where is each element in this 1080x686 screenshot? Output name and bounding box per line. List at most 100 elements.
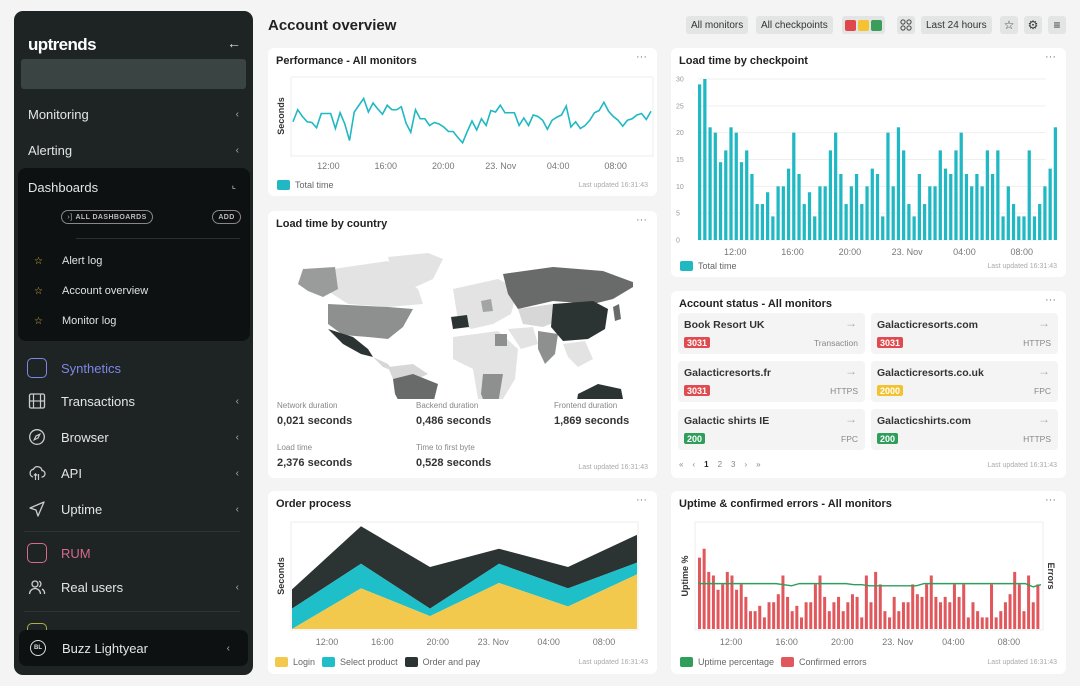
- arrow-right-icon[interactable]: →: [845, 364, 857, 378]
- last-page-button[interactable]: »: [756, 460, 760, 469]
- monitor-status-tile[interactable]: Galacticresorts.com → 3031 HTTPS: [871, 313, 1058, 354]
- monitor-status-tile[interactable]: Galacticresorts.co.uk → 2000 FPC: [871, 361, 1058, 402]
- bar: [781, 186, 785, 240]
- uptrends-logo: uptrends: [28, 35, 97, 54]
- x-tick-label: 12:00: [317, 161, 340, 171]
- monitor-name: Galacticresorts.com: [877, 319, 978, 331]
- synthetics-icon: [27, 358, 47, 378]
- error-bar: [948, 602, 952, 629]
- sidebar-item-api[interactable]: API ‹: [14, 458, 253, 488]
- bar: [928, 186, 932, 240]
- all-dashboards-button[interactable]: ›] ALL DASHBOARDS: [61, 210, 153, 224]
- arrow-right-icon[interactable]: →: [1038, 316, 1050, 330]
- error-bar: [985, 617, 989, 629]
- arrow-right-icon[interactable]: →: [1038, 364, 1050, 378]
- bar: [912, 216, 916, 240]
- world-map: [298, 253, 633, 399]
- map-region-australia: [577, 384, 623, 399]
- first-page-button[interactable]: «: [679, 460, 683, 469]
- page-1-button[interactable]: 1: [704, 460, 708, 469]
- page-3-button[interactable]: 3: [731, 460, 735, 469]
- card-title: Load time by country: [276, 218, 388, 230]
- monitor-status-tile[interactable]: Galacticresorts.fr → 3031 HTTPS: [678, 361, 865, 402]
- status-code-badge: 3031: [684, 385, 711, 396]
- period-select[interactable]: Last 24 hours: [921, 16, 992, 34]
- error-bar: [776, 594, 780, 629]
- favorite-button[interactable]: ☆: [1000, 16, 1018, 34]
- divider: [24, 611, 240, 612]
- sidebar-item-label: Real users: [61, 579, 124, 595]
- checkpoints-filter-button[interactable]: All checkpoints: [756, 16, 833, 34]
- series-line-total-time: [292, 96, 652, 145]
- error-bar: [915, 594, 919, 629]
- arrow-right-icon[interactable]: →: [845, 412, 857, 426]
- bar: [750, 173, 754, 240]
- sidebar-item-dashboards[interactable]: Dashboards: [28, 180, 98, 195]
- sidebar-item-browser[interactable]: Browser ‹: [14, 422, 253, 452]
- sidebar-item-monitoring[interactable]: Monitoring ‹: [14, 100, 253, 128]
- monitor-name: Galacticresorts.co.uk: [877, 367, 984, 379]
- monitor-type: Transaction: [813, 338, 858, 348]
- add-dashboard-button[interactable]: ADD: [212, 210, 241, 224]
- next-page-button[interactable]: ›: [744, 460, 747, 469]
- error-bar: [869, 602, 873, 629]
- monitor-status-tile[interactable]: Galactic shirts IE → 200 FPC: [678, 409, 865, 450]
- monitor-status-tile[interactable]: Galacticshirts.com → 200 HTTPS: [871, 409, 1058, 450]
- prev-page-button[interactable]: ‹: [692, 460, 695, 469]
- dashboard-link-alert-log[interactable]: ☆ Alert log: [18, 250, 250, 272]
- status-filter-button[interactable]: [842, 16, 885, 34]
- order-process-card: Order process ··· Seconds 12:00 16:00 20:0…: [268, 491, 657, 674]
- bar: [713, 132, 717, 240]
- error-bar: [1017, 584, 1021, 629]
- monitor-type: HTTPS: [1023, 338, 1051, 348]
- bar: [1043, 186, 1047, 240]
- monitor-type: FPC: [1034, 386, 1051, 396]
- monitors-filter-button[interactable]: All monitors: [686, 16, 749, 34]
- chevron-left-icon: ‹: [235, 431, 239, 443]
- bar: [797, 173, 801, 240]
- bar: [902, 150, 906, 240]
- arrow-right-icon[interactable]: →: [1038, 412, 1050, 426]
- error-bar: [934, 596, 938, 629]
- sidebar-section-synthetics[interactable]: Synthetics: [14, 353, 253, 383]
- sidebar-item-real-users[interactable]: Real users ‹: [14, 572, 253, 602]
- error-bar: [980, 617, 984, 629]
- layout-grid-button[interactable]: [897, 16, 915, 34]
- more-options-icon[interactable]: ···: [1045, 294, 1056, 306]
- bar: [933, 186, 937, 240]
- error-bar: [790, 611, 794, 629]
- settings-button[interactable]: ⚙: [1024, 16, 1042, 34]
- dashboard-link-account-overview[interactable]: ☆ Account overview: [18, 280, 250, 302]
- menu-button[interactable]: ≡: [1048, 16, 1066, 34]
- bar: [844, 204, 848, 240]
- last-updated: Last updated 16:31:43: [578, 182, 648, 189]
- map-region-spain: [451, 315, 469, 329]
- sidebar-item-uptime[interactable]: Uptime ‹: [14, 494, 253, 524]
- legend-label: Select product: [340, 657, 398, 667]
- more-options-icon[interactable]: ···: [636, 214, 647, 226]
- bar: [1038, 204, 1042, 240]
- monitor-name: Book Resort UK: [684, 319, 765, 331]
- last-updated: Last updated 16:31:43: [578, 659, 648, 666]
- legend-item-login: Login: [275, 657, 315, 667]
- sidebar-search-input[interactable]: [21, 59, 246, 89]
- bar: [891, 186, 895, 240]
- legend-item-select-product: Select product: [322, 657, 398, 667]
- x-tick-label: 12:00: [316, 637, 339, 647]
- user-menu[interactable]: BL Buzz Lightyear ‹: [19, 630, 248, 666]
- monitor-status-tile[interactable]: Book Resort UK → 3031 Transaction: [678, 313, 865, 354]
- sidebar-item-alerting[interactable]: Alerting ‹: [14, 136, 253, 164]
- arrow-right-icon[interactable]: →: [845, 316, 857, 330]
- sidebar-item-transactions[interactable]: Transactions ‹: [14, 386, 253, 416]
- x-tick-label: 08:00: [998, 637, 1021, 647]
- collapse-corner-icon[interactable]: ⌞: [232, 180, 236, 191]
- page-2-button[interactable]: 2: [718, 460, 722, 469]
- bar: [1006, 186, 1010, 240]
- error-bar: [976, 611, 980, 629]
- y-tick-label: 25: [676, 103, 684, 110]
- sidebar-section-rum[interactable]: RUM: [14, 538, 253, 568]
- error-bar: [906, 602, 910, 629]
- map-region-egypt: [495, 334, 507, 346]
- dashboard-link-monitor-log[interactable]: ☆ Monitor log: [18, 310, 250, 332]
- arrow-left-icon[interactable]: ←: [227, 35, 241, 51]
